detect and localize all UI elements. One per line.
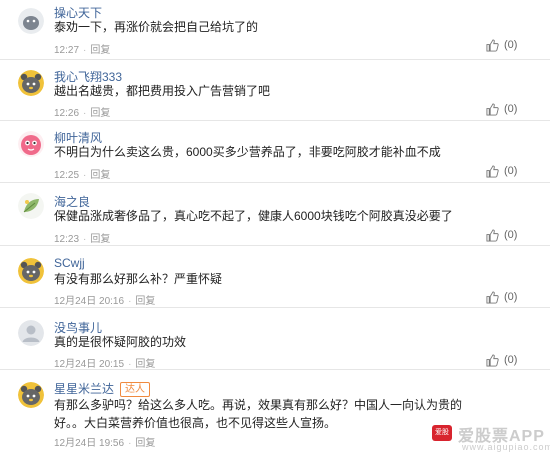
gray-bear-avatar-icon[interactable]: [18, 70, 44, 96]
gray-bear-avatar-icon[interactable]: [18, 258, 44, 284]
gray-bear-avatar-icon[interactable]: [18, 382, 44, 408]
reply-button[interactable]: 回复: [135, 296, 155, 307]
like-button[interactable]: (0): [486, 164, 536, 180]
comment-item: SCwjj 有没有那么好那么补？严重怀疑 12月24日 20:16 · 回复 (0): [0, 246, 550, 308]
thumbs-up-icon: [486, 165, 499, 178]
comment-meta: 12:25 · 回复: [54, 166, 110, 181]
comment-text: 不明白为什么卖这么贵，6000买多少营养品了，非要吃阿胶才能补血不成: [54, 145, 441, 159]
watermark-logo-icon: 爱股票: [432, 425, 452, 452]
username-link[interactable]: 星星米兰达: [54, 382, 114, 396]
like-count: (0): [504, 103, 518, 115]
meta-separator: ·: [128, 359, 132, 370]
comment-meta: 12月24日 20:15 · 回复: [54, 355, 155, 370]
comment-item: 没鸟事儿 真的是很怀疑阿胶的功效 12月24日 20:15 · 回复 (0): [0, 308, 550, 370]
like-button[interactable]: (0): [486, 290, 536, 306]
meta-separator: ·: [128, 296, 132, 307]
comment-time: 12月24日 19:56: [54, 438, 125, 449]
meta-separator: ·: [128, 438, 132, 449]
comment-username[interactable]: SCwjj: [54, 256, 85, 270]
comment-time: 12月24日 20:16: [54, 296, 125, 307]
comment-item: 柳叶清风 不明白为什么卖这么贵，6000买多少营养品了，非要吃阿胶才能补血不成 …: [0, 121, 550, 183]
comment-time: 12:25: [54, 170, 80, 181]
meta-separator: ·: [83, 45, 87, 56]
expert-badge: 达人: [120, 382, 151, 397]
like-count: (0): [504, 165, 518, 177]
watermark-url: www.aigupiao.com: [462, 442, 550, 452]
comment-time: 12:23: [54, 234, 80, 245]
thumbs-up-icon: [486, 354, 499, 367]
like-count: (0): [504, 354, 518, 366]
reply-button[interactable]: 回复: [135, 438, 155, 449]
comment-item: 海之良 保健品涨成奢侈品了，真心吃不起了，健康人6000块钱吃个阿胶真没必要了 …: [0, 183, 550, 246]
like-count: (0): [504, 39, 518, 51]
comment-time: 12:26: [54, 108, 80, 119]
comment-text: 保健品涨成奢侈品了，真心吃不起了，健康人6000块钱吃个阿胶真没必要了: [54, 209, 453, 223]
watermark: 爱股票 爱股票APP www.aigupiao.com: [432, 422, 550, 453]
meta-separator: ·: [83, 170, 87, 181]
like-button[interactable]: (0): [486, 228, 536, 244]
comment-meta: 12:26 · 回复: [54, 104, 110, 119]
reply-button[interactable]: 回复: [135, 359, 155, 370]
grey-blob-avatar-icon[interactable]: [18, 8, 44, 34]
thumbs-up-icon: [486, 103, 499, 116]
comment-text: 有那么多驴吗？给这么多人吃。再说，效果真有那么好？中国人一向认为贵的好。。大白菜…: [54, 398, 463, 430]
reply-button[interactable]: 回复: [90, 108, 110, 119]
comment-meta: 12月24日 19:56 · 回复: [54, 434, 155, 449]
comment-time: 12月24日 20:15: [54, 359, 125, 370]
like-count: (0): [504, 229, 518, 241]
comment-item: 操心天下 泰劝一下，再涨价就会把自己给坑了的 12:27 · 回复 (0): [0, 0, 550, 60]
thumbs-up-icon: [486, 291, 499, 304]
like-button[interactable]: (0): [486, 102, 536, 118]
leaf-avatar-icon[interactable]: [18, 193, 44, 219]
thumbs-up-icon: [486, 39, 499, 52]
thumbs-up-icon: [486, 229, 499, 242]
like-button[interactable]: (0): [486, 353, 536, 369]
comment-text: 越出名越贵，都把费用投入广告营销了吧: [54, 84, 271, 98]
comment-meta: 12:27 · 回复: [54, 41, 110, 56]
comment-text: 有没有那么好那么补？严重怀疑: [54, 272, 223, 286]
comment-text: 真的是很怀疑阿胶的功效: [54, 335, 187, 349]
comment-meta: 12月24日 20:16 · 回复: [54, 292, 155, 307]
comment-time: 12:27: [54, 45, 80, 56]
comment-meta: 12:23 · 回复: [54, 230, 110, 245]
pink-character-avatar-icon[interactable]: [18, 131, 44, 157]
meta-separator: ·: [83, 234, 87, 245]
comment-item: 我心飞翔333 越出名越贵，都把费用投入广告营销了吧 12:26 · 回复 (0): [0, 60, 550, 121]
comment-text: 泰劝一下，再涨价就会把自己给坑了的: [54, 20, 259, 34]
like-button[interactable]: (0): [486, 38, 536, 54]
like-count: (0): [504, 291, 518, 303]
default-avatar-icon[interactable]: [18, 320, 44, 346]
comment-username: 星星米兰达 达人: [54, 380, 151, 397]
reply-button[interactable]: 回复: [90, 45, 110, 56]
reply-button[interactable]: 回复: [90, 170, 110, 181]
meta-separator: ·: [83, 108, 87, 119]
reply-button[interactable]: 回复: [90, 234, 110, 245]
